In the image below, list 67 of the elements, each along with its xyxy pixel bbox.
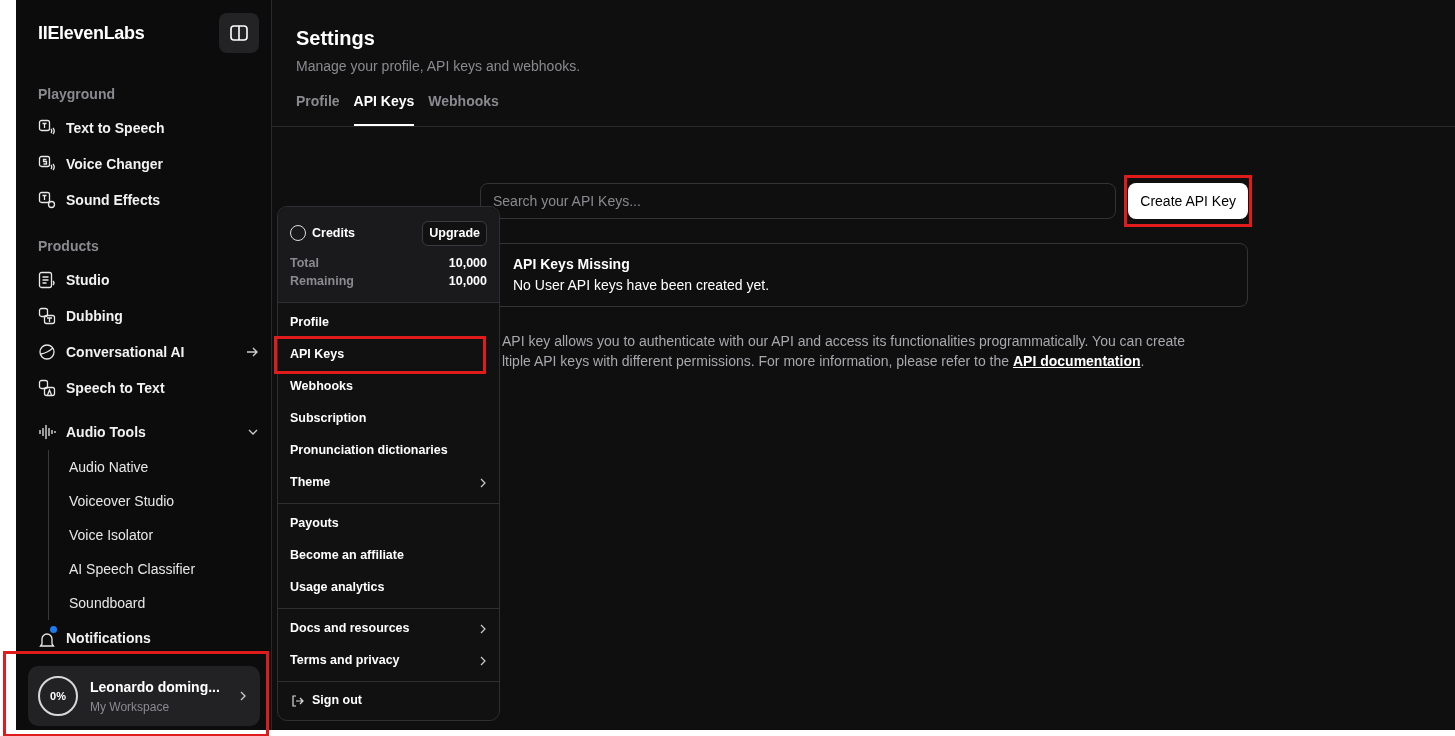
credit-value: 10,000 xyxy=(448,254,487,272)
sidebar-item[interactable]: Sound Effects xyxy=(38,182,259,218)
sidebar-item[interactable]: Speech to Text xyxy=(38,370,259,406)
page-title: Settings xyxy=(296,26,376,50)
menu-item[interactable]: Become an affiliate xyxy=(278,539,499,572)
sign-out-icon xyxy=(290,693,304,708)
sidebar-item[interactable]: Studio xyxy=(38,262,259,298)
menu-item[interactable]: Usage analytics xyxy=(278,571,499,604)
menu-item[interactable]: Subscription xyxy=(278,402,499,435)
logo: IIElevenLabs xyxy=(38,21,145,45)
sign-out-button[interactable]: Sign out xyxy=(278,681,374,720)
bell-icon xyxy=(38,631,56,650)
text-speech-icon xyxy=(38,119,56,137)
sidebar-item[interactable]: Text to Speech xyxy=(38,110,259,146)
upgrade-button[interactable]: Upgrade xyxy=(422,221,487,246)
page-subtitle: Manage your profile, API keys and webhooks. xyxy=(296,57,582,76)
section-title: Playground xyxy=(38,85,116,104)
sidebar-item[interactable]: Notifications xyxy=(38,620,259,656)
description-text: API key allows you to authenticate with our API and access its functionalities programmatically. You can create xyxy=(502,332,1186,351)
voice-icon xyxy=(38,155,56,173)
search-field[interactable]: Search your API Keys... xyxy=(480,183,1117,219)
waveform-icon xyxy=(38,423,56,441)
user-account-button[interactable]: 0% Leonardo doming... My Workspace xyxy=(28,666,260,726)
menu-item[interactable]: Terms and privacy xyxy=(278,644,499,677)
description-text: ltiple API keys with different permissions. For more information, please refer to the xyxy=(502,353,1011,369)
period-text: . xyxy=(1140,353,1145,369)
sidebar-subitem[interactable]: Soundboard xyxy=(69,586,146,620)
tab[interactable]: API Keys xyxy=(353,91,415,126)
menu-item[interactable]: Pronunciation dictionaries xyxy=(278,434,499,467)
sidebar-subitem[interactable]: Audio Native xyxy=(69,450,149,484)
chevron-right-icon xyxy=(479,655,487,666)
workspace-name: My Workspace xyxy=(90,698,171,716)
sidebar-item[interactable]: Voice Changer xyxy=(38,146,259,182)
menu-item[interactable]: Docs and resources xyxy=(278,612,499,645)
menu-item[interactable]: Theme xyxy=(278,466,499,499)
credit-value: 10,000 xyxy=(448,272,487,290)
arrow-icon xyxy=(245,345,259,359)
api-documentation-link[interactable]: API documentation xyxy=(1012,353,1141,369)
menu-item[interactable]: API Keys xyxy=(274,335,487,374)
sidebar-subitem[interactable]: AI Speech Classifier xyxy=(69,552,196,586)
sidebar-toggle-icon xyxy=(230,25,248,41)
chevron-right-icon xyxy=(479,477,487,488)
chevron-right-icon xyxy=(238,690,248,702)
empty-state-message: No User API keys have been created yet. xyxy=(513,276,771,295)
sidebar-subitem[interactable]: Voiceover Studio xyxy=(69,484,175,518)
sidebar-item[interactable]: Conversational AI xyxy=(38,334,259,370)
sound-effect-icon xyxy=(38,191,56,209)
chevron-right-icon xyxy=(479,623,487,634)
sidebar-subitem[interactable]: Voice Isolator xyxy=(69,518,154,552)
sidebar-item[interactable]: Dubbing xyxy=(38,298,259,334)
globe-icon xyxy=(38,343,56,361)
user-name: Leonardo doming... xyxy=(90,677,221,697)
usage-ring: 0% xyxy=(38,676,78,716)
credit-label: Remaining xyxy=(290,272,354,290)
section-title: Products xyxy=(38,237,100,256)
document-icon xyxy=(38,271,56,289)
credits-label: Credits xyxy=(312,225,356,242)
menu-item[interactable]: Payouts xyxy=(278,507,499,540)
sidebar-toggle-button[interactable] xyxy=(219,13,259,53)
tab[interactable]: Webhooks xyxy=(428,91,499,126)
empty-state-title: API Keys Missing xyxy=(513,255,631,274)
tab[interactable]: Profile xyxy=(296,91,340,126)
transcribe-icon xyxy=(38,379,56,397)
translate-icon xyxy=(38,307,56,325)
credit-label: Total xyxy=(290,254,319,272)
sidebar-item[interactable]: Audio Tools xyxy=(38,414,259,450)
create-api-key-button[interactable]: Create API Key xyxy=(1128,183,1248,219)
